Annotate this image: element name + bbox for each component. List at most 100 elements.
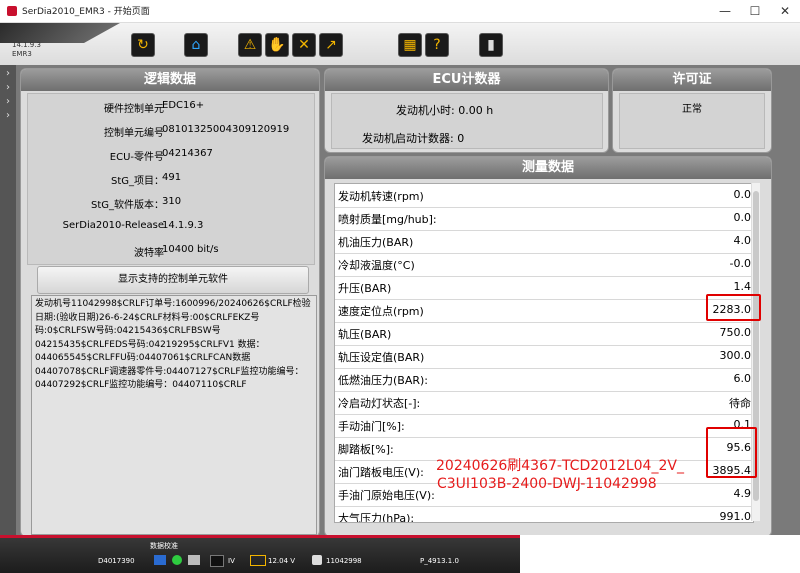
annotation-line-2: C3UI103B-2400-DWJ-11042998 xyxy=(437,476,657,492)
measurement-row[interactable]: 冷启动灯状态[-]: 待命 xyxy=(335,391,753,415)
variant-name: EMR3 xyxy=(12,50,32,58)
status-id: D4017390 xyxy=(98,557,135,565)
warning-icon[interactable]: ⚠ xyxy=(238,33,262,57)
license-status: 正常 xyxy=(682,104,702,115)
measurement-name: 升压(BAR) xyxy=(338,282,392,295)
measurement-value: 1.4 xyxy=(733,280,752,293)
measurement-name: 轨压设定值(BAR) xyxy=(338,351,425,364)
ecu-counter-panel: ECU计数器 发动机小时: 0.00 h 发动机启动计数器: 0 xyxy=(324,68,609,153)
help-icon[interactable]: ? xyxy=(425,33,449,57)
measurement-row[interactable]: 轨压(BAR) 750.0 xyxy=(335,322,753,346)
logic-label: StG_软件版本： xyxy=(90,200,164,211)
version-number: 14.1.9.3 xyxy=(12,41,41,49)
measurement-name: 脚踏板[%]: xyxy=(338,443,394,456)
deutz-logo xyxy=(0,23,120,43)
engine-info-text[interactable]: 发动机号11042998$CRLF订单号:1600996/20240626$CR… xyxy=(31,295,317,535)
ecu-counter-body: 发动机小时: 0.00 h 发动机启动计数器: 0 xyxy=(331,93,603,149)
measurement-row[interactable]: 升压(BAR) 1.4 xyxy=(335,276,753,300)
highlight-box-speed xyxy=(706,294,761,321)
show-supported-software-button[interactable]: 显示支持的控制单元软件 xyxy=(37,266,309,294)
measurement-value: 6.0 xyxy=(733,372,752,385)
close-button[interactable]: ✕ xyxy=(770,0,800,22)
logic-data-panel: 逻辑数据 硬件控制单元 EDC16+ 控制单元编号 08101325004309… xyxy=(20,68,320,537)
logic-label: StG_项目： xyxy=(110,176,164,187)
measurement-row[interactable]: 机油压力(BAR) 4.0 xyxy=(335,230,753,254)
logic-value: 14.1.9.3 xyxy=(162,220,204,231)
maximize-button[interactable]: ☐ xyxy=(740,0,770,22)
logic-value: 08101325004309120919 xyxy=(162,124,290,135)
engine-start-counter: 发动机启动计数器: 0 xyxy=(362,132,465,145)
measurement-row[interactable]: 冷却液温度(°C) -0.0 xyxy=(335,253,753,277)
measurement-value: 0.0 xyxy=(733,188,752,201)
status-bar-dark xyxy=(0,535,520,573)
side-strip: › › › › xyxy=(0,65,16,535)
status-label-iv: IV xyxy=(228,557,235,565)
measurement-row[interactable]: 手动油门[%]: 0.1 xyxy=(335,414,753,438)
side-arrow-icon[interactable]: › xyxy=(0,110,16,121)
measurement-value: 300.0 xyxy=(719,349,752,362)
logic-label: 硬件控制单元 xyxy=(104,104,164,115)
annotation-line-1: 20240626刷4367-TCD2012L04_2V_ xyxy=(436,458,684,474)
measurement-name: 冷却液温度(°C) xyxy=(338,259,415,272)
connector-icon xyxy=(188,555,200,565)
logic-value: 10400 bit/s xyxy=(162,244,219,255)
home-icon[interactable]: ⌂ xyxy=(184,33,208,57)
tools-icon[interactable]: ✕ xyxy=(292,33,316,57)
measurement-row[interactable]: 发动机转速(rpm) 0.0 xyxy=(335,184,753,208)
power-cycle-icon[interactable]: ↻ xyxy=(131,33,155,57)
logic-label: ECU-零件号 xyxy=(109,152,164,163)
region-icon xyxy=(210,555,224,567)
calculator-icon[interactable]: ▦ xyxy=(398,33,422,57)
sensor-settings-icon[interactable]: ✋ xyxy=(265,33,289,57)
measurement-name: 发动机转速(rpm) xyxy=(338,190,424,203)
measurement-row[interactable]: 轨压设定值(BAR) 300.0 xyxy=(335,345,753,369)
engine-hours: 发动机小时: 0.00 h xyxy=(396,104,494,117)
logic-data-title: 逻辑数据 xyxy=(21,69,319,91)
status-voltage: 12.04 V xyxy=(268,557,296,565)
measurement-value: 0.0 xyxy=(733,211,752,224)
battery-icon xyxy=(250,555,266,566)
measurement-row[interactable]: 大气压力(hPa): 991.0 xyxy=(335,506,753,523)
measurement-value: 待命 xyxy=(729,397,751,410)
exit-icon[interactable]: ▮ xyxy=(479,33,503,57)
logic-label: 波特率 xyxy=(134,248,164,259)
logic-value: 310 xyxy=(162,196,182,207)
measurement-value: 4.0 xyxy=(733,234,752,247)
version-info: 14.1.9.3 EMR3 xyxy=(12,41,41,59)
measurement-value: 750.0 xyxy=(719,326,752,339)
status-mode: 数据校准 xyxy=(150,542,178,550)
measurement-name: 手油门原始电压(V): xyxy=(338,489,435,502)
app-icon xyxy=(7,6,17,16)
measurement-row[interactable]: 喷射质量[mg/hub]: 0.0 xyxy=(335,207,753,231)
license-panel: 许可证 正常 xyxy=(612,68,772,153)
measurement-name: 冷启动灯状态[-]: xyxy=(338,397,421,410)
minimize-button[interactable]: — xyxy=(710,0,740,22)
measurement-name: 速度定位点(rpm) xyxy=(338,305,424,318)
toolbar: 14.1.9.3 EMR3 ↻ ⌂ ⚠ ✋ ✕ ↗ ▦ ? ▮ xyxy=(0,23,800,65)
license-title: 许可证 xyxy=(613,69,771,91)
side-arrow-icon[interactable]: › xyxy=(0,68,16,79)
measurement-title: 测量数据 xyxy=(325,157,771,179)
side-arrow-icon[interactable]: › xyxy=(0,82,16,93)
monitor-icon xyxy=(154,555,166,565)
measurement-value: 4.9 xyxy=(733,487,752,500)
status-project: P_4913.1.0 xyxy=(420,557,459,565)
chart-icon[interactable]: ↗ xyxy=(319,33,343,57)
measurement-name: 轨压(BAR) xyxy=(338,328,392,341)
logic-value: 04214367 xyxy=(162,148,213,159)
measurement-name: 大气压力(hPa): xyxy=(338,512,415,523)
logic-value: EDC16+ xyxy=(162,100,205,111)
status-bar: 数据校准 D4017390 IV 12.04 V 11042998 P_4913… xyxy=(0,535,800,573)
side-arrow-icon[interactable]: › xyxy=(0,96,16,107)
measurement-name: 机油压力(BAR) xyxy=(338,236,414,249)
status-accent-line xyxy=(0,535,520,538)
measurement-name: 低燃油压力(BAR): xyxy=(338,374,429,387)
measurement-name: 手动油门[%]: xyxy=(338,420,405,433)
measurement-row[interactable]: 低燃油压力(BAR): 6.0 xyxy=(335,368,753,392)
measurement-row[interactable]: 速度定位点(rpm) 2283.0 xyxy=(335,299,753,323)
measurement-value: 991.0 xyxy=(719,510,752,523)
window-titlebar: SerDia2010_EMR3 - 开始页面 — ☐ ✕ xyxy=(0,0,800,23)
logic-label: 控制单元编号 xyxy=(104,128,164,139)
window-title: SerDia2010_EMR3 - 开始页面 xyxy=(22,7,150,17)
status-engine-number: 11042998 xyxy=(326,557,362,565)
